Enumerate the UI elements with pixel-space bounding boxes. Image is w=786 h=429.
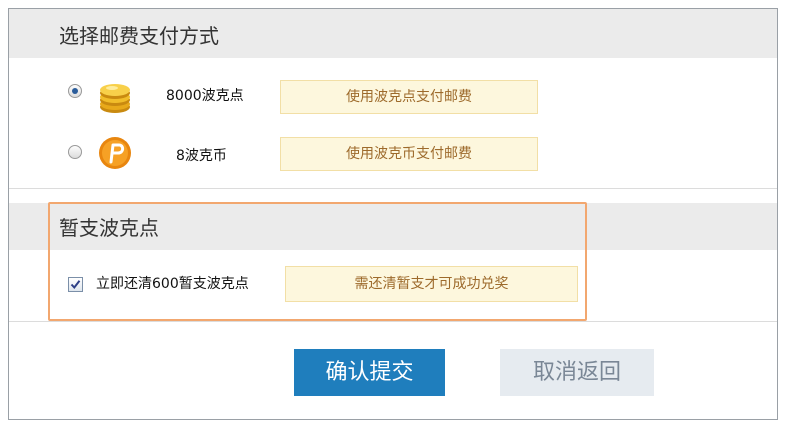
advance-highlight-box [48, 202, 587, 321]
radio-pay-with-points[interactable] [68, 84, 82, 98]
pay-with-points-button[interactable]: 使用波克点支付邮费 [280, 80, 538, 114]
clear-advance-checkbox[interactable] [68, 277, 83, 292]
confirm-submit-button[interactable]: 确认提交 [294, 349, 445, 396]
postage-payment-dialog: 选择邮费支付方式 8000波克点 使用波克点支付邮费 8波克币 使用波克币支付邮… [8, 8, 778, 420]
clear-advance-label: 立即还清600暂支波克点 [96, 276, 249, 292]
radio-pay-with-coins[interactable] [68, 145, 82, 159]
redeem-hint: 需还清暂支才可成功兑奖 [285, 266, 578, 302]
actions-divider [9, 321, 777, 322]
poke-coin-icon [99, 137, 131, 169]
postage-section-header: 选择邮费支付方式 [9, 9, 777, 58]
postage-section-title: 选择邮费支付方式 [59, 24, 219, 48]
cancel-return-button[interactable]: 取消返回 [500, 349, 654, 396]
section-divider [9, 188, 777, 189]
checkmark-icon [70, 280, 81, 290]
points-amount-label: 8000波克点 [166, 88, 244, 104]
gold-coins-icon [100, 84, 130, 113]
pay-with-coins-button[interactable]: 使用波克币支付邮费 [280, 137, 538, 171]
coins-amount-label: 8波克币 [176, 148, 227, 164]
